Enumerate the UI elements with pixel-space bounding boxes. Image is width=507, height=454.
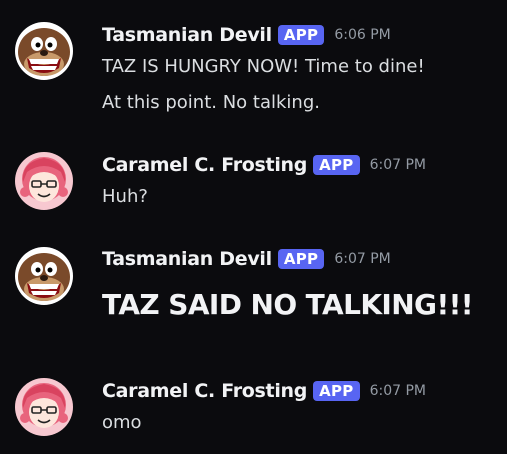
tasmanian-devil-avatar-icon[interactable] <box>15 247 73 305</box>
caramel-frosting-avatar-icon[interactable] <box>15 152 73 210</box>
author-name[interactable]: Tasmanian Devil <box>102 24 272 46</box>
timestamp[interactable]: 6:07 PM <box>370 383 426 399</box>
author-name[interactable]: Caramel C. Frosting <box>102 380 307 402</box>
app-badge: APP <box>313 381 360 401</box>
message-header: Caramel C. Frosting APP 6:07 PM <box>102 380 426 402</box>
timestamp[interactable]: 6:07 PM <box>370 157 426 173</box>
timestamp[interactable]: 6:06 PM <box>334 27 390 43</box>
timestamp[interactable]: 6:07 PM <box>334 251 390 267</box>
message-text: omo <box>102 412 142 433</box>
app-badge: APP <box>277 249 325 269</box>
message-text: TAZ IS HUNGRY NOW! Time to dine! <box>102 56 425 77</box>
tasmanian-devil-avatar-icon[interactable] <box>15 22 73 80</box>
app-badge: APP <box>277 25 325 45</box>
app-badge: APP <box>313 155 360 175</box>
chat-log: Tasmanian Devil APP 6:06 PM TAZ IS HUNGR… <box>0 0 507 454</box>
message-header: Tasmanian Devil APP 6:06 PM <box>102 24 391 46</box>
message-header: Tasmanian Devil APP 6:07 PM <box>102 248 391 270</box>
message-text: At this point. No talking. <box>102 92 320 113</box>
author-name[interactable]: Tasmanian Devil <box>102 248 272 270</box>
caramel-frosting-avatar-icon[interactable] <box>15 378 73 436</box>
message-text: Huh? <box>102 186 148 207</box>
author-name[interactable]: Caramel C. Frosting <box>102 154 307 176</box>
message-header: Caramel C. Frosting APP 6:07 PM <box>102 154 426 176</box>
message-text: TAZ SAID NO TALKING!!! <box>102 288 474 321</box>
